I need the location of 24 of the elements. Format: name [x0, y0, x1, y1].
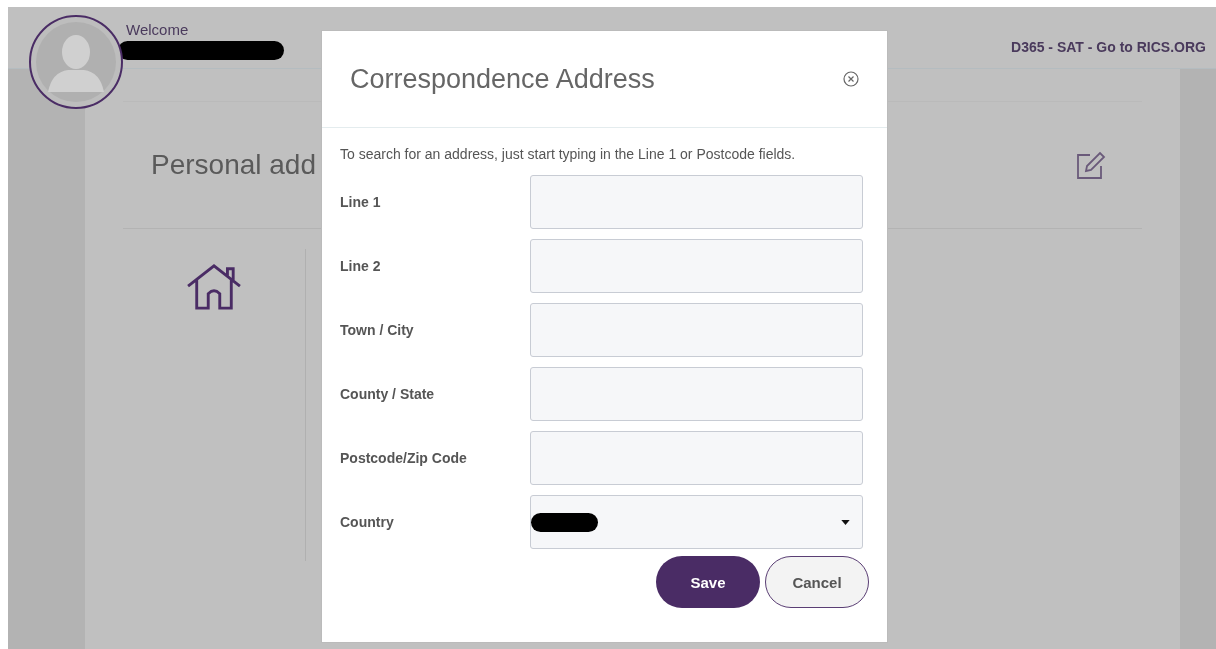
input-field[interactable]	[530, 175, 863, 229]
edit-icon[interactable]	[1076, 150, 1106, 180]
site-link[interactable]: D365 - SAT - Go to RICS.ORG	[1011, 7, 1206, 55]
dialog-title: Correspondence Address	[350, 63, 655, 95]
input-field[interactable]	[530, 367, 863, 421]
hint-text: To search for an address, just start typing in the Line 1 or Postcode fields.	[340, 146, 797, 162]
redaction-mark	[531, 512, 598, 532]
field-label: Line 1	[340, 194, 382, 210]
welcome-text: Welcome	[126, 21, 190, 38]
field-label: County / State	[340, 386, 436, 402]
caret-icon	[841, 519, 850, 525]
cancel-button[interactable]: Cancel	[765, 556, 869, 608]
country-dropdown[interactable]	[530, 495, 863, 549]
input-field[interactable]	[530, 431, 863, 485]
close-icon[interactable]	[843, 71, 859, 87]
section-title: Personal add	[151, 149, 317, 181]
house-icon	[185, 263, 243, 311]
input-field[interactable]	[530, 239, 863, 293]
save-button[interactable]: Save	[656, 556, 760, 608]
field-label: Line 2	[340, 258, 382, 274]
field-label: Postcode/Zip Code	[340, 450, 468, 466]
input-field[interactable]	[530, 303, 863, 357]
field-label: Country	[340, 514, 395, 530]
field-label: Town / City	[340, 322, 415, 338]
